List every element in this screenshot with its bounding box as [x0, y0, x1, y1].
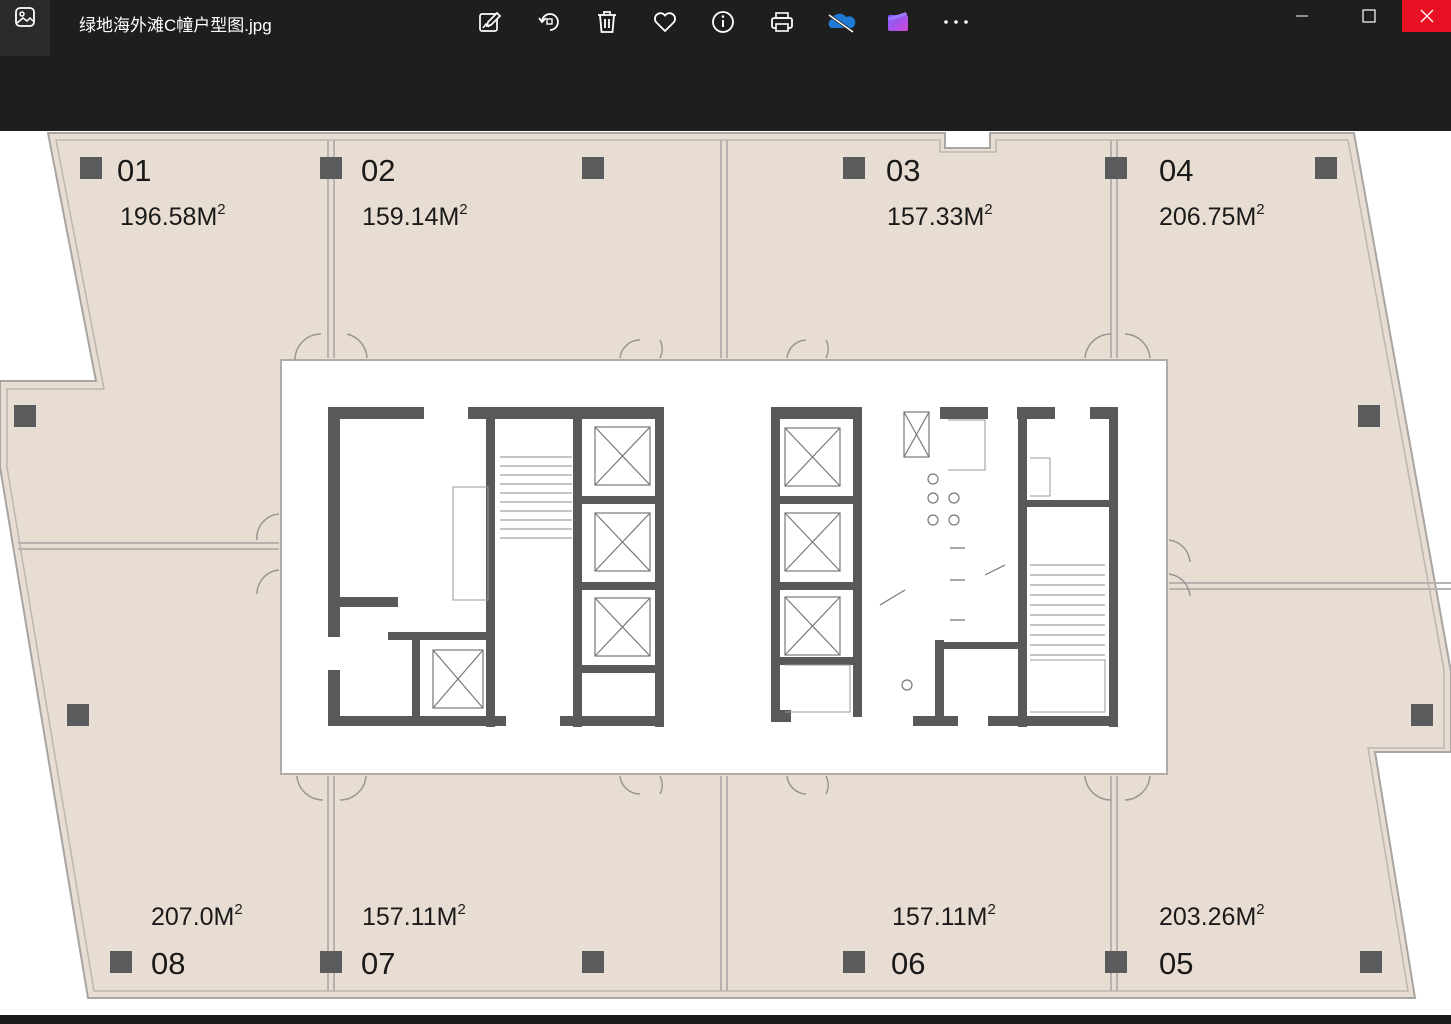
rotate-icon[interactable] — [532, 6, 566, 38]
unit-number-01: 01 — [117, 153, 152, 188]
onedrive-cloud-icon[interactable] — [823, 6, 859, 38]
unit-number-05: 05 — [1159, 946, 1194, 981]
unit-area-02: 159.14M2 — [362, 201, 468, 231]
unit-area-07: 157.11M2 — [362, 901, 466, 931]
minimize-button[interactable] — [1280, 0, 1324, 32]
unit-number-07: 07 — [361, 946, 396, 981]
bottom-filmstrip-bar — [0, 1015, 1451, 1024]
info-icon[interactable] — [706, 6, 740, 38]
floor-plan-drawing — [0, 132, 1451, 999]
unit-area-04: 206.75M2 — [1159, 201, 1265, 231]
unit-number-02: 02 — [361, 153, 396, 188]
unit-area-06: 157.11M2 — [892, 901, 996, 931]
file-name-title: 绿地海外滩C幢户型图.jpg — [79, 16, 272, 35]
unit-number-04: 04 — [1159, 153, 1194, 188]
unit-area-05: 203.26M2 — [1159, 901, 1265, 931]
unit-number-03: 03 — [886, 153, 921, 188]
unit-number-08: 08 — [151, 946, 186, 981]
maximize-button[interactable] — [1346, 0, 1392, 32]
photos-app-icon[interactable] — [0, 0, 50, 56]
unit-area-08: 207.0M2 — [151, 901, 243, 931]
unit-number-06: 06 — [891, 946, 926, 981]
delete-icon[interactable] — [590, 6, 624, 38]
unit-area-03: 157.33M2 — [887, 201, 993, 231]
clipchamp-video-icon[interactable] — [881, 6, 915, 38]
print-icon[interactable] — [765, 6, 799, 38]
title-bar: 绿地海外滩C幢户型图.jpg — [0, 0, 1451, 131]
close-button[interactable] — [1402, 0, 1451, 32]
favorite-heart-icon[interactable] — [648, 6, 682, 38]
unit-area-01: 196.58M2 — [120, 201, 226, 231]
image-canvas[interactable]: 01 02 03 04 05 06 07 08 196.58M2 159.14M… — [0, 131, 1451, 1015]
more-options-icon[interactable] — [939, 6, 973, 38]
edit-icon[interactable] — [473, 6, 507, 38]
